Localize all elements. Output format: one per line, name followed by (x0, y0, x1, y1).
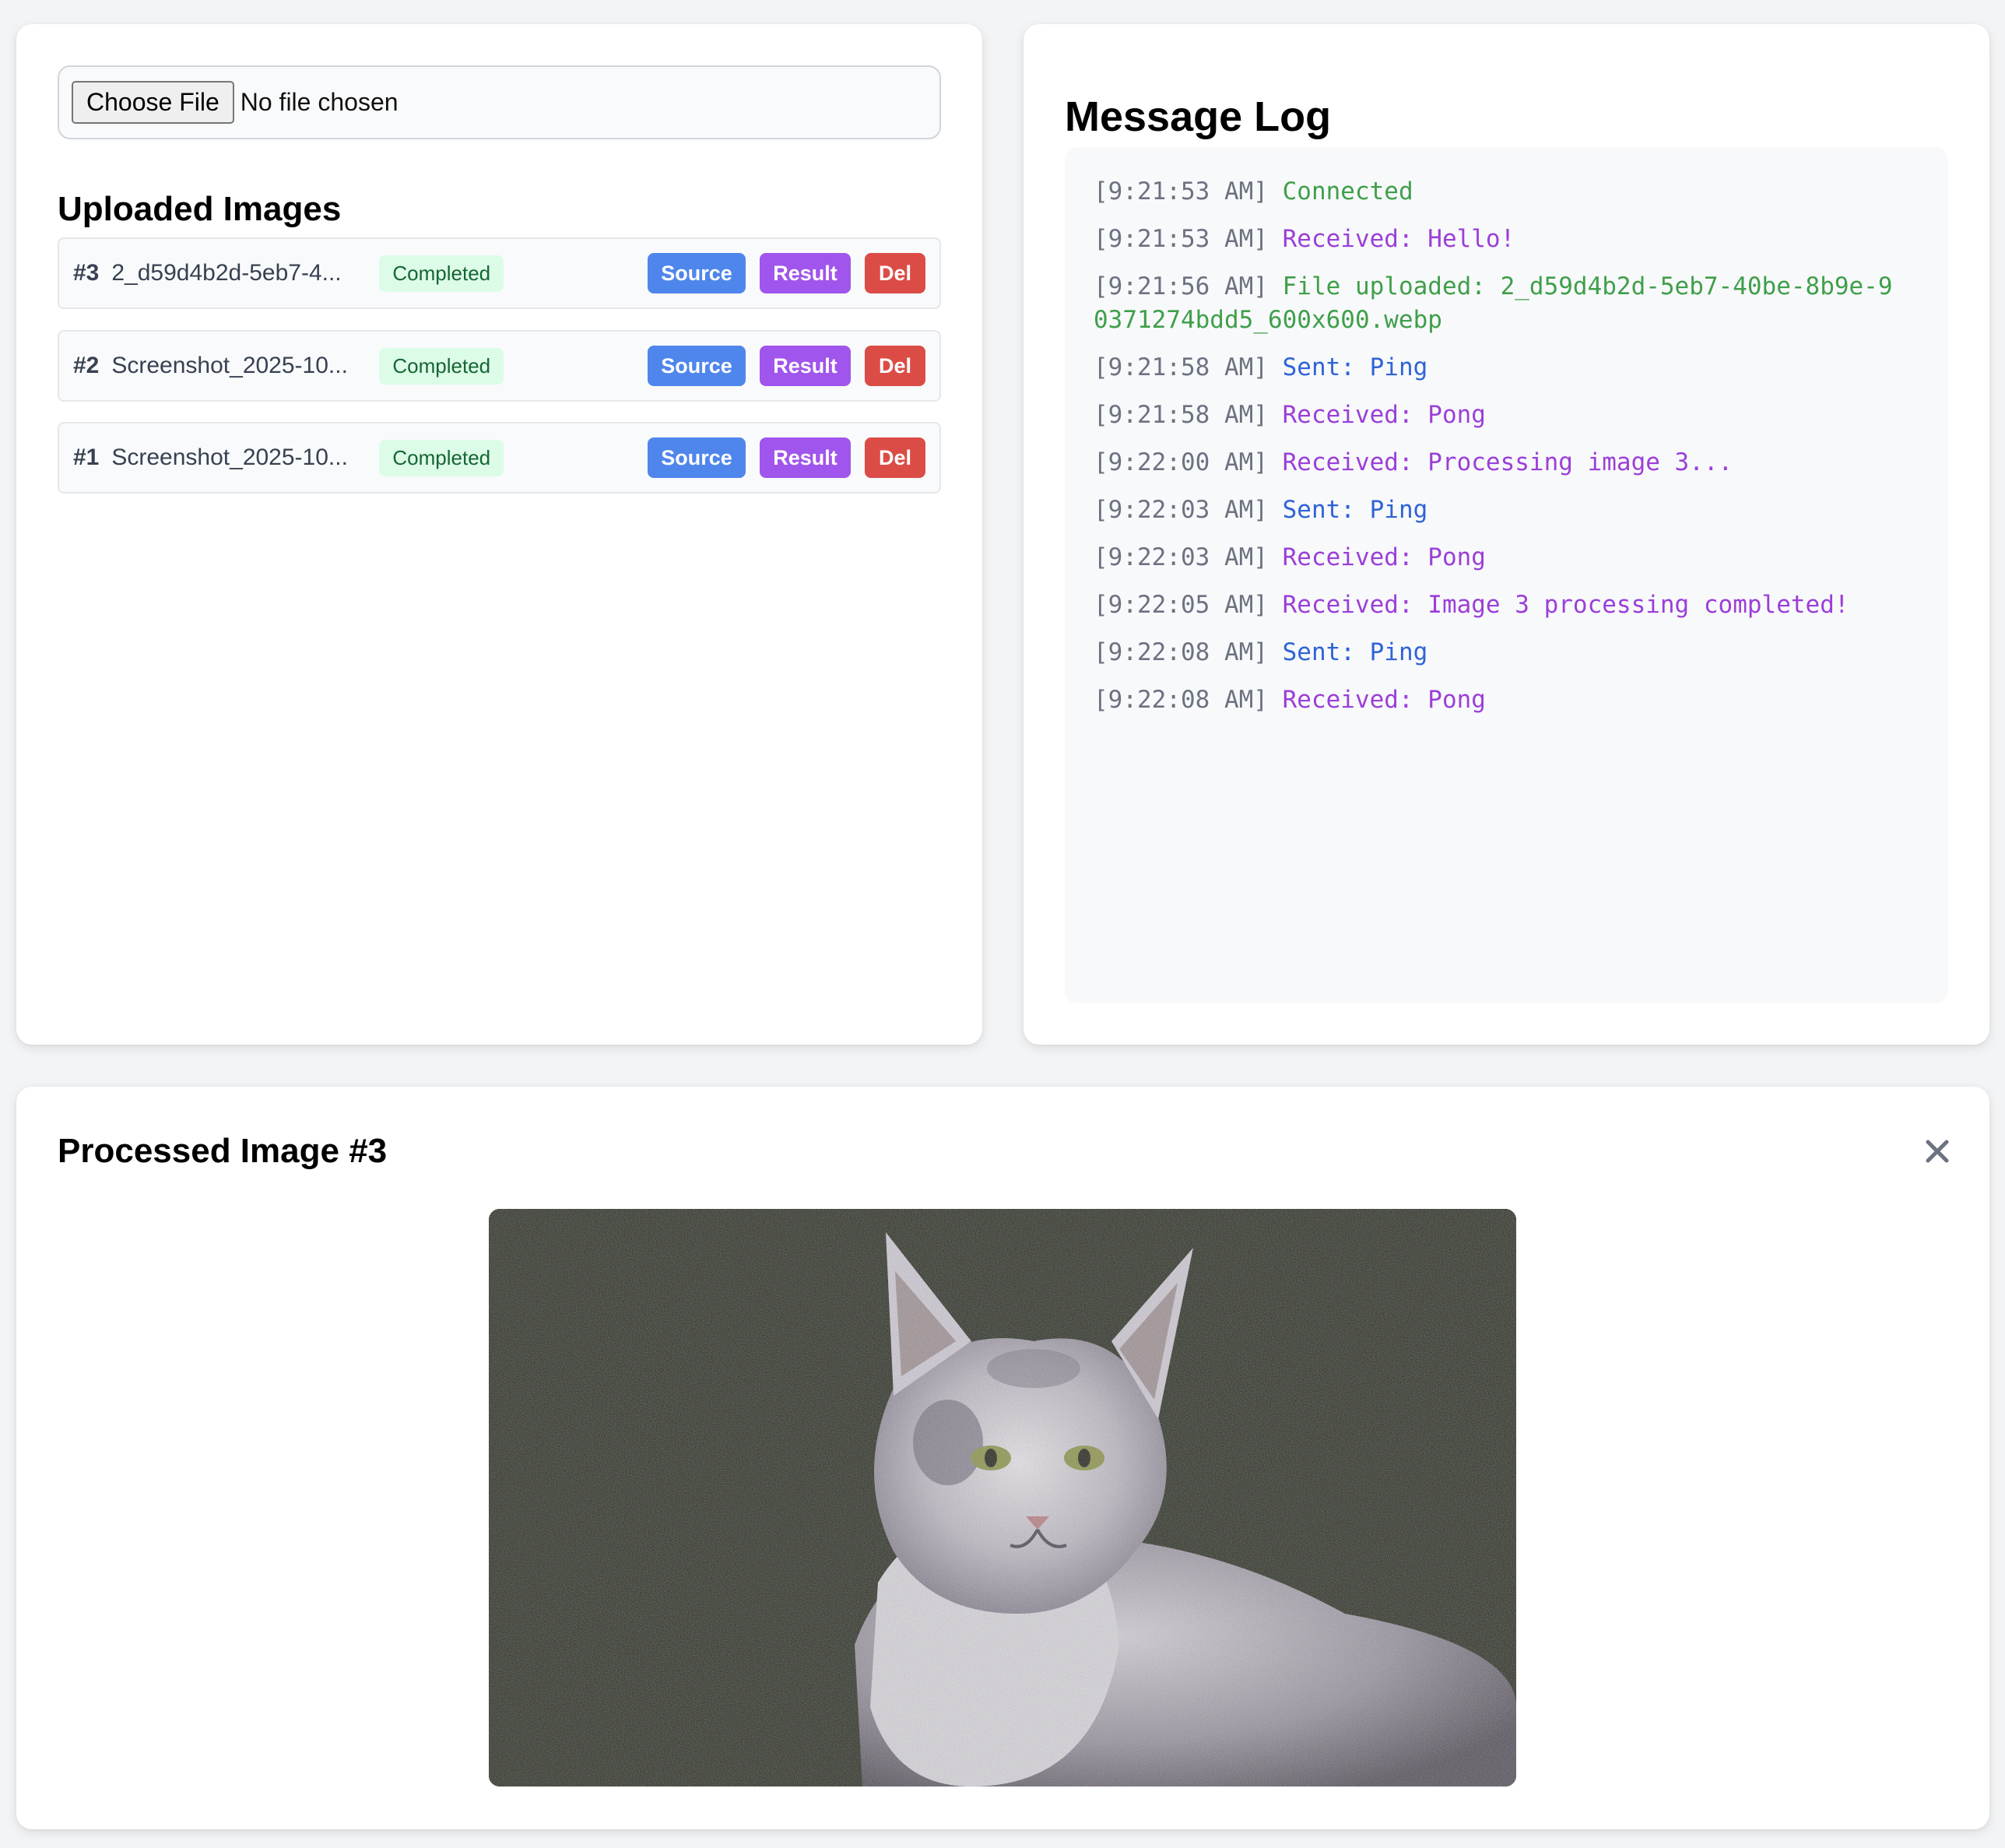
log-entry: [9:22:08 AM] Received: Pong (1094, 683, 1903, 717)
image-number: #2 (73, 353, 100, 378)
status-badge: Completed (379, 255, 504, 292)
cat-image (489, 1209, 1516, 1787)
log-timestamp: [9:21:56 AM] (1094, 272, 1268, 300)
source-button[interactable]: Source (648, 346, 746, 386)
log-message: Received: Pong (1282, 686, 1486, 714)
log-message: Sent: Ping (1282, 353, 1428, 381)
processed-image (489, 1209, 1516, 1787)
result-button[interactable]: Result (760, 253, 851, 293)
processed-image-title: Processed Image #3 (58, 1132, 388, 1170)
log-entry: [9:21:58 AM] Received: Pong (1094, 399, 1903, 432)
message-log-panel: Message Log [9:21:53 AM] Connected [9:21… (1024, 24, 1989, 1045)
status-badge: Completed (379, 347, 504, 385)
log-entry: [9:22:03 AM] Received: Pong (1094, 541, 1903, 574)
log-entry: [9:21:53 AM] Connected (1094, 175, 1903, 209)
image-number: #3 (73, 260, 100, 286)
image-filename: 2_d59d4b2d-5eb7-4... (111, 260, 342, 286)
log-timestamp: [9:22:03 AM] (1094, 543, 1268, 571)
delete-button[interactable]: Del (865, 437, 925, 478)
log-entry: [9:21:58 AM] Sent: Ping (1094, 351, 1903, 385)
log-message: Sent: Ping (1282, 638, 1428, 666)
log-message: Received: Hello! (1282, 225, 1515, 253)
image-row: #2 Screenshot_2025-10... Completed Sourc… (58, 330, 941, 402)
log-timestamp: [9:21:58 AM] (1094, 401, 1268, 429)
image-row: #1 Screenshot_2025-10... Completed Sourc… (58, 422, 941, 494)
delete-button[interactable]: Del (865, 346, 925, 386)
log-entry: [9:22:08 AM] Sent: Ping (1094, 636, 1903, 669)
log-timestamp: [9:21:53 AM] (1094, 177, 1268, 206)
log-timestamp: [9:21:53 AM] (1094, 225, 1268, 253)
log-message: Received: Pong (1282, 543, 1486, 571)
log-message: Connected (1282, 177, 1413, 206)
image-number: #1 (73, 444, 100, 470)
log-output[interactable]: [9:21:53 AM] Connected [9:21:53 AM] Rece… (1065, 147, 1948, 1003)
log-entry: [9:21:56 AM] File uploaded: 2_d59d4b2d-5… (1094, 270, 1903, 337)
upload-panel: Choose File No file chosen Uploaded Imag… (16, 24, 982, 1045)
log-message: Received: Pong (1282, 401, 1486, 429)
log-timestamp: [9:22:05 AM] (1094, 591, 1268, 619)
log-entry: [9:21:53 AM] Received: Hello! (1094, 223, 1903, 256)
log-message: Received: Processing image 3... (1282, 448, 1733, 476)
processed-image-panel: Processed Image #3 (16, 1087, 1989, 1829)
choose-file-button[interactable]: Choose File (72, 81, 234, 124)
close-icon[interactable] (1924, 1138, 1951, 1165)
log-timestamp: [9:22:08 AM] (1094, 686, 1268, 714)
log-timestamp: [9:21:58 AM] (1094, 353, 1268, 381)
image-filename: Screenshot_2025-10... (111, 353, 348, 378)
log-timestamp: [9:22:00 AM] (1094, 448, 1268, 476)
log-entry: [9:22:03 AM] Sent: Ping (1094, 494, 1903, 527)
source-button[interactable]: Source (648, 437, 746, 478)
log-timestamp: [9:22:08 AM] (1094, 638, 1268, 666)
image-row: #3 2_d59d4b2d-5eb7-4... Completed Source… (58, 237, 941, 309)
image-filename: Screenshot_2025-10... (111, 444, 348, 470)
status-badge: Completed (379, 439, 504, 476)
log-message: Received: Image 3 processing completed! (1282, 591, 1849, 619)
log-timestamp: [9:22:03 AM] (1094, 496, 1268, 524)
log-message: Sent: Ping (1282, 496, 1428, 524)
result-button[interactable]: Result (760, 346, 851, 386)
result-button[interactable]: Result (760, 437, 851, 478)
file-input[interactable]: Choose File No file chosen (58, 65, 941, 139)
no-file-text: No file chosen (240, 88, 399, 116)
source-button[interactable]: Source (648, 253, 746, 293)
message-log-title: Message Log (1065, 93, 1332, 140)
log-entry: [9:22:05 AM] Received: Image 3 processin… (1094, 588, 1903, 622)
uploaded-images-title: Uploaded Images (58, 190, 342, 228)
delete-button[interactable]: Del (865, 253, 925, 293)
log-entry: [9:22:00 AM] Received: Processing image … (1094, 446, 1903, 480)
